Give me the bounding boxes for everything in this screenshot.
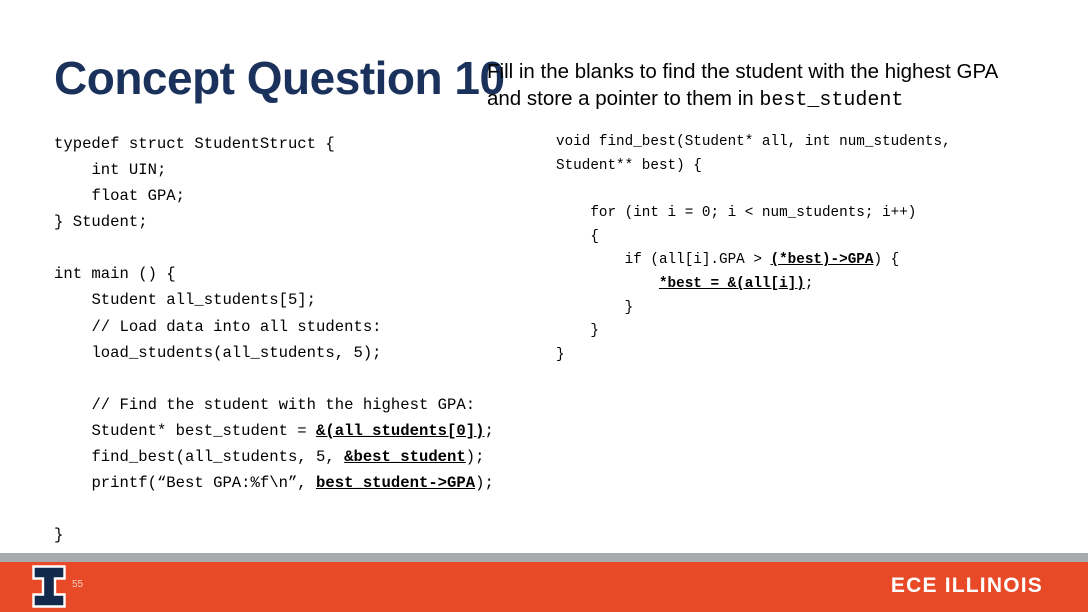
code-line: } xyxy=(556,346,565,363)
code-text: ; xyxy=(484,421,494,440)
subtitle-prose: Fill in the blanks to find the student w… xyxy=(487,60,998,111)
answer-blank-3: best_student->GPA xyxy=(316,474,476,493)
code-text: ) { xyxy=(873,252,900,269)
code-block-find-best: void find_best(Student* all, int num_stu… xyxy=(556,131,1034,367)
code-text: ); xyxy=(475,474,494,493)
code-block-main: typedef struct StudentStruct { int UIN; … xyxy=(54,131,524,548)
code-line: // Load data into all students: xyxy=(54,317,382,336)
code-line: { xyxy=(556,228,599,245)
code-line-answer-4: if (all[i].GPA > (*best)->GPA) { xyxy=(556,249,1034,273)
answer-blank-1: &(all_students[0]) xyxy=(316,421,485,440)
answer-blank-2: &best_student xyxy=(344,447,466,466)
code-line: Student all_students[5]; xyxy=(54,291,317,310)
code-line: } xyxy=(556,299,634,316)
code-line-answer-1: Student* best_student = &(all_students[0… xyxy=(54,418,524,444)
code-text: ); xyxy=(465,447,485,466)
code-text: if (all[i].GPA > xyxy=(556,252,771,269)
code-line: } xyxy=(54,526,64,545)
footer-divider-gray xyxy=(0,553,1088,562)
code-line: // Find the student with the highest GPA… xyxy=(54,395,476,414)
answer-blank-4: (*best)->GPA xyxy=(770,252,874,269)
code-text: printf(“Best GPA:%f\n”, xyxy=(54,474,317,493)
subtitle-code-token: best_student xyxy=(759,89,904,113)
code-line: } Student; xyxy=(54,213,148,232)
code-text: ; xyxy=(804,275,814,292)
code-text: find_best(all_students, 5, xyxy=(54,447,345,466)
code-line-answer-2: find_best(all_students, 5, &best_student… xyxy=(54,444,524,470)
code-line: load_students(all_students, 5); xyxy=(54,343,382,362)
code-line: float GPA; xyxy=(54,187,186,206)
code-text: Student* best_student = xyxy=(54,421,317,440)
code-line: } xyxy=(556,323,599,340)
page-number: 55 xyxy=(72,579,84,590)
slide-subtitle: Fill in the blanks to find the student w… xyxy=(487,58,1027,114)
code-line: int UIN; xyxy=(54,161,167,180)
answer-blank-5: *best = &(all[i]) xyxy=(658,275,805,292)
code-line: typedef struct StudentStruct { xyxy=(54,135,335,153)
illinois-block-i-logo xyxy=(32,565,66,608)
code-line-answer-5: *best = &(all[i]); xyxy=(556,273,1034,297)
code-line-signature: void find_best(Student* all, int num_stu… xyxy=(556,134,960,174)
code-line-answer-3: printf(“Best GPA:%f\n”, best_student->GP… xyxy=(54,470,524,496)
code-line: for (int i = 0; i < num_students; i++) xyxy=(556,205,917,222)
code-line: int main () { xyxy=(54,265,176,284)
footer-brand: ECE ILLINOIS xyxy=(890,574,1043,597)
